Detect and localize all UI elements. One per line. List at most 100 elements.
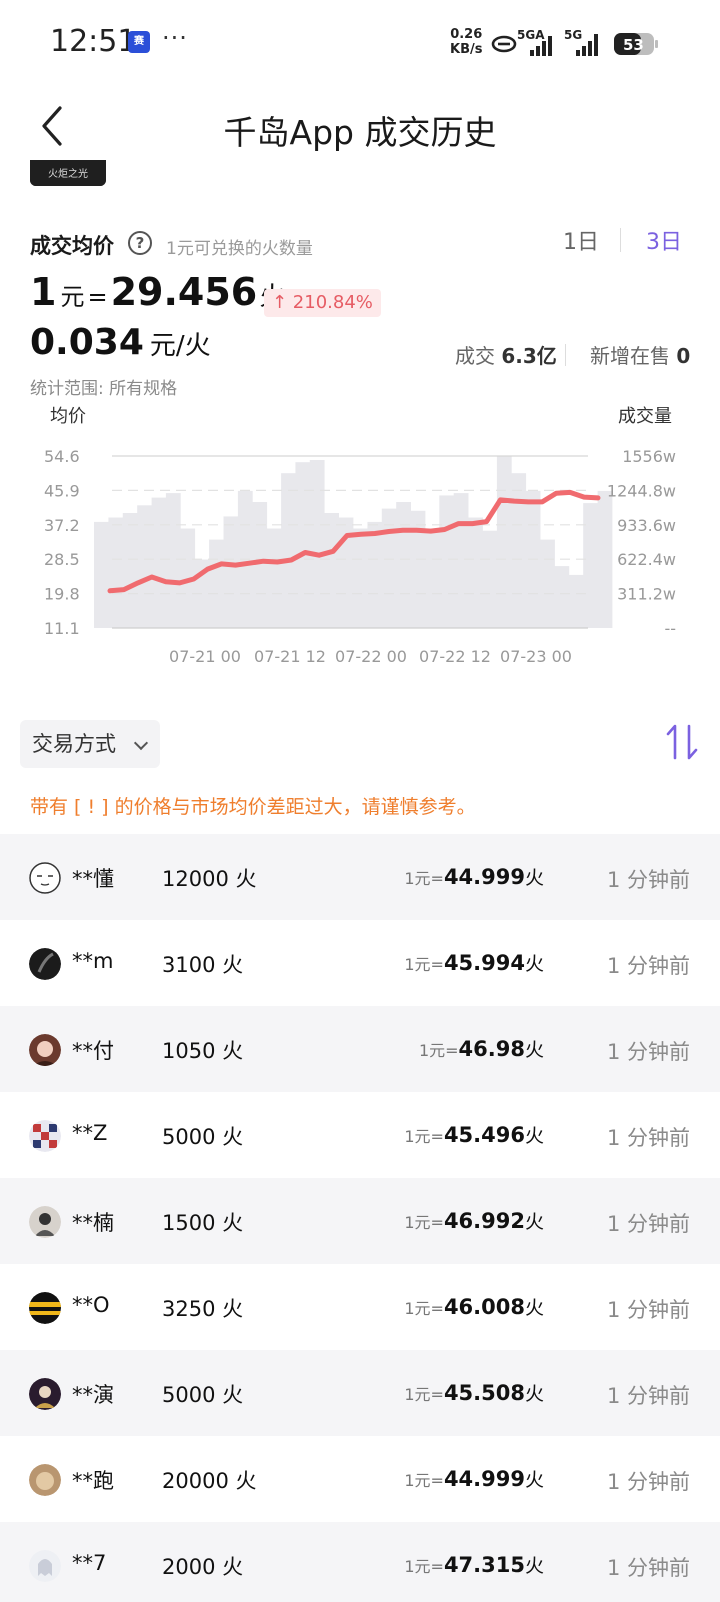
trade-price-prefix: 1元= [404,1299,444,1318]
change-badge: ↑ 210.84% [264,289,381,317]
avatar[interactable] [29,1292,61,1324]
trade-price-value: 46.98 [458,1037,525,1061]
trade-price-prefix: 1元= [418,1041,459,1060]
trade-row[interactable]: **m 3100 火 1元=45.994火 1 分钟前 [0,920,720,1006]
trade-price-value: 46.992 [443,1209,525,1233]
trade-row[interactable]: **懂 12000 火 1元=44.999火 1 分钟前 [0,834,720,920]
sort-button[interactable] [664,722,700,762]
right-tick-label: -- [664,619,676,638]
trade-amount: 3100 火 [162,953,244,977]
trade-price-suffix: 火 [524,867,544,889]
tab-divider [620,228,621,252]
avatar[interactable] [29,1378,61,1410]
avatar[interactable] [29,1550,61,1582]
trade-price: 1元=45.496火 [404,1121,544,1148]
trade-user: **7 [72,1551,107,1575]
trade-price-prefix: 1元= [404,869,444,888]
network-speed-value: 0.26 [450,27,483,42]
trade-row[interactable]: **Z 5000 火 1元=45.496火 1 分钟前 [0,1092,720,1178]
trade-time: 1 分钟前 [606,1470,690,1494]
trade-row[interactable]: **O 3250 火 1元=46.008火 1 分钟前 [0,1264,720,1350]
avg-price-hint: 1元可兑换的火数量 [166,239,313,259]
trade-method-filter[interactable]: 交易方式 [20,720,160,768]
price-chart[interactable]: 均价 成交量 54.6 45.9 37.2 28.5 19.8 11.1 1556w 1244.8… [0,400,720,690]
trade-amount: 20000 火 [162,1469,257,1493]
trade-user: **懂 [72,867,114,891]
volume-bar [482,530,498,628]
chevron-down-icon [133,735,149,751]
trade-amount: 5000 火 [162,1125,244,1149]
avatar[interactable] [29,1206,61,1238]
trade-amount: 12000 火 [162,867,257,891]
avatar[interactable] [29,1464,61,1496]
trade-price-suffix: 火 [524,1383,544,1405]
trade-price-suffix: 火 [524,1297,544,1319]
trade-row[interactable]: **跑 20000 火 1元=44.999火 1 分钟前 [0,1436,720,1522]
avatar[interactable] [29,948,61,980]
trade-price-suffix: 火 [524,953,544,975]
trade-row[interactable]: **演 5000 火 1元=45.508火 1 分钟前 [0,1350,720,1436]
trade-price-suffix: 火 [524,1039,544,1061]
trade-time: 1 分钟前 [606,1556,690,1580]
trade-time: 1 分钟前 [606,1212,690,1236]
rate-eq: = [87,283,108,311]
trade-row[interactable]: **付 1050 火 1元=46.98火 1 分钟前 [0,1006,720,1092]
tab-1-day[interactable]: 1日 [563,224,599,256]
avatar[interactable] [29,1120,61,1152]
trade-price-value: 44.999 [443,1467,525,1491]
network-speed-unit: KB/s [450,42,483,57]
new-listing-stat: 新增在售 0 [590,340,690,369]
left-axis-title: 均价 [50,406,86,427]
volume-bar [453,493,469,628]
rate-unit: 元 [60,283,85,311]
trade-price-prefix: 1元= [404,1213,444,1232]
avatar[interactable] [29,1034,61,1066]
deal-label: 成交 [455,344,495,368]
trade-price: 1元=45.994火 [404,949,544,976]
trade-price-value: 45.508 [443,1381,525,1405]
trade-user: **跑 [72,1469,114,1493]
trade-price: 1元=46.008火 [404,1293,544,1320]
left-tick-label: 37.2 [44,516,80,535]
volume-bar [309,460,325,628]
trade-user: **O [72,1293,110,1317]
trade-time: 1 分钟前 [606,1040,690,1064]
trade-user: **Z [72,1121,108,1145]
page-title: 千岛App 成交历史 [223,113,497,152]
trade-amount: 2000 火 [162,1555,244,1579]
volume-bar [439,495,455,628]
trade-price: 1元=44.999火 [404,1465,544,1492]
volume-bar [424,528,440,628]
trade-user: **m [72,949,114,973]
trade-price-prefix: 1元= [404,1385,444,1404]
trade-user: **楠 [72,1211,114,1235]
right-tick-label: 622.4w [617,550,676,569]
volume-bar [540,539,555,628]
trade-row[interactable]: **7 2000 火 1元=47.315火 1 分钟前 [0,1522,720,1602]
right-tick-label: 1244.8w [607,481,676,500]
trade-time: 1 分钟前 [606,868,690,892]
help-icon[interactable]: ? [128,231,152,255]
deal-volume-stat: 成交 6.3亿 [455,340,557,369]
volume-bar [137,505,152,628]
trade-user: **演 [72,1383,114,1407]
volume-bar [165,493,181,628]
trade-list: **懂 12000 火 1元=44.999火 1 分钟前 **m 3100 火 1元=45.… [0,834,720,1602]
volume-bar [108,517,124,628]
trade-price: 1元=44.999火 [404,863,544,890]
inverse-rate: 0.034 元/火 [30,322,211,363]
volume-bar [367,521,383,628]
trade-time: 1 分钟前 [606,954,690,978]
price-warning: 带有 [ ! ] 的价格与市场均价差距过大，请谨慎参考。 [30,796,476,818]
trade-user: **付 [72,1039,114,1063]
avatar[interactable] [29,862,61,894]
trade-row[interactable]: **楠 1500 火 1元=46.992火 1 分钟前 [0,1178,720,1264]
x-tick-label: 07-22 00 [335,647,407,666]
tab-3-day[interactable]: 3日 [646,224,682,256]
trade-price-prefix: 1元= [404,1127,444,1146]
trade-price: 1元=46.992火 [404,1207,544,1234]
trade-price: 1元=45.508火 [404,1379,544,1406]
right-tick-label: 311.2w [617,585,676,604]
x-tick-label: 07-23 00 [500,647,572,666]
right-tick-label: 933.6w [617,516,676,535]
